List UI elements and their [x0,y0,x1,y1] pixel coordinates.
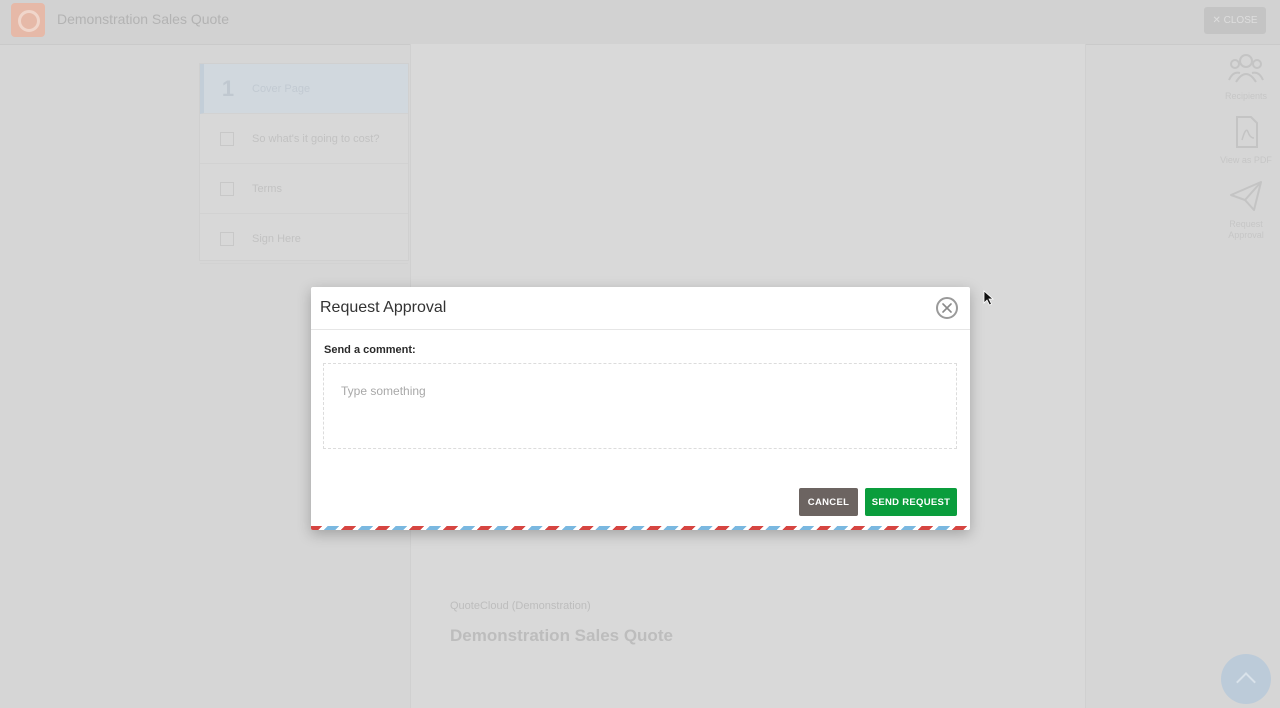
dialog-header: Request Approval [311,287,970,330]
step-label: So what's it going to cost? [252,132,380,145]
step-number: 1 [221,75,235,101]
recipients-button[interactable]: Recipients [1212,52,1280,102]
step-cover-page[interactable]: 1 Cover Page [200,64,408,114]
rail-label: View as PDF [1220,155,1272,165]
airmail-border [311,526,970,530]
request-approval-button[interactable]: Request Approval [1212,180,1280,241]
close-button[interactable]: ✕ CLOSE [1204,7,1266,34]
rail-label: Recipients [1224,91,1268,101]
dialog-close-button[interactable] [936,297,958,319]
scroll-to-top-button[interactable] [1221,654,1271,704]
step-terms[interactable]: Terms [200,164,408,214]
top-bar: Demonstration Sales Quote ✕ CLOSE [0,0,1280,45]
step-label: Sign Here [252,232,301,245]
step-sign-here[interactable]: Sign Here [200,214,408,264]
comment-label: Send a comment: [324,344,416,356]
quotecloud-logo [11,3,45,37]
request-approval-dialog: Request Approval Send a comment: CANCEL … [311,287,970,530]
send-request-button[interactable]: SEND REQUEST [865,488,957,516]
right-toolbar: Recipients View as PDF Request Approval [1212,44,1280,294]
step-checkbox [220,231,234,246]
paper-plane-icon [1230,181,1262,211]
comment-input[interactable] [323,363,957,449]
step-checkbox [220,181,234,196]
document-company: QuoteCloud (Demonstration) [450,600,591,612]
dialog-title: Request Approval [320,299,447,316]
mouse-cursor-icon [983,290,995,306]
document-title: Demonstration Sales Quote [450,626,673,645]
view-pdf-button[interactable]: View as PDF [1212,116,1280,166]
app-title: Demonstration Sales Quote [57,11,229,27]
close-icon [942,303,952,313]
pdf-icon [1236,116,1258,148]
users-icon [1228,54,1264,83]
step-cost[interactable]: So what's it going to cost? [200,114,408,164]
cancel-button[interactable]: CANCEL [799,488,858,516]
rail-label: Request Approval [1228,219,1264,240]
section-navigation: 1 Cover Page So what's it going to cost?… [200,64,408,264]
step-checkbox [220,131,234,146]
step-label: Terms [252,182,282,195]
step-label: Cover Page [252,82,311,95]
